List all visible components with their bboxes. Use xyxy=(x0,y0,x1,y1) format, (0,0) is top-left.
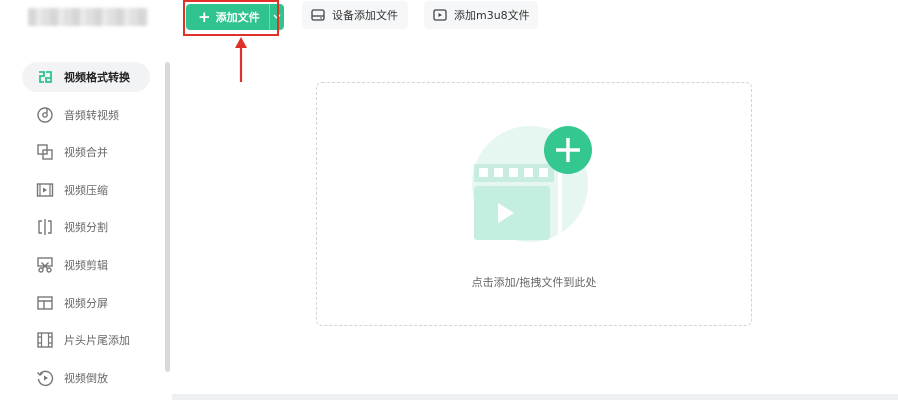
rewind-icon xyxy=(36,369,54,387)
film-strip-icon xyxy=(36,331,54,349)
drop-zone-hint: 点击添加/拖拽文件到此处 xyxy=(471,276,597,289)
hard-drive-icon xyxy=(310,7,326,23)
sidebar-item-label: 视频剪辑 xyxy=(64,258,108,272)
add-from-device-label: 设备添加文件 xyxy=(332,9,398,22)
play-box-icon xyxy=(432,7,448,23)
sidebar-item-label: 音频转视频 xyxy=(64,108,119,122)
split-icon xyxy=(36,218,54,236)
sidebar-item-label: 视频格式转换 xyxy=(64,71,130,84)
sidebar-item-video-compress[interactable]: 视频压缩 xyxy=(22,175,150,205)
sidebar: 视频格式转换 音频转视频 视频合并 视频压缩 视频分割 视频剪辑 视频分屏 片头… xyxy=(0,0,172,400)
add-from-device-button[interactable]: 设备添加文件 xyxy=(302,1,408,29)
sidebar-item-video-reverse[interactable]: 视频倒放 xyxy=(22,363,150,393)
scissors-icon xyxy=(36,256,54,274)
sidebar-item-label: 视频合并 xyxy=(64,146,108,160)
add-m3u8-button[interactable]: 添加m3u8文件 xyxy=(424,1,538,29)
sidebar-item-label: 视频倒放 xyxy=(64,371,108,385)
split-screen-icon xyxy=(36,294,54,312)
sidebar-item-audio-to-video[interactable]: 音频转视频 xyxy=(22,100,150,130)
sidebar-item-split-screen[interactable]: 视频分屏 xyxy=(22,288,150,318)
sidebar-item-label: 片头片尾添加 xyxy=(64,334,130,348)
sidebar-item-video-split[interactable]: 视频分割 xyxy=(22,212,150,242)
sidebar-item-video-format-convert[interactable]: 视频格式转换 xyxy=(22,62,150,92)
format-convert-icon xyxy=(36,68,54,86)
sidebar-scrollbar[interactable] xyxy=(165,62,170,372)
add-m3u8-label: 添加m3u8文件 xyxy=(454,9,530,22)
app-logo-blurred xyxy=(28,8,148,26)
merge-icon xyxy=(36,143,54,161)
add-video-illustration-icon xyxy=(472,126,592,242)
sidebar-item-label: 视频分割 xyxy=(64,221,108,235)
annotation-highlight-box xyxy=(183,0,279,36)
sidebar-item-video-merge[interactable]: 视频合并 xyxy=(22,137,150,167)
sidebar-item-label: 视频压缩 xyxy=(64,183,108,197)
sidebar-item-label: 视频分屏 xyxy=(64,296,108,310)
annotation-arrow-icon xyxy=(235,37,247,82)
sidebar-item-video-edit[interactable]: 视频剪辑 xyxy=(22,250,150,280)
audio-disc-icon xyxy=(36,106,54,124)
bottom-scroll-area xyxy=(172,394,898,400)
sidebar-nav: 视频格式转换 音频转视频 视频合并 视频压缩 视频分割 视频剪辑 视频分屏 片头… xyxy=(22,62,150,400)
compress-icon xyxy=(36,181,54,199)
sidebar-item-intro-outro-add[interactable]: 片头片尾添加 xyxy=(22,325,150,355)
